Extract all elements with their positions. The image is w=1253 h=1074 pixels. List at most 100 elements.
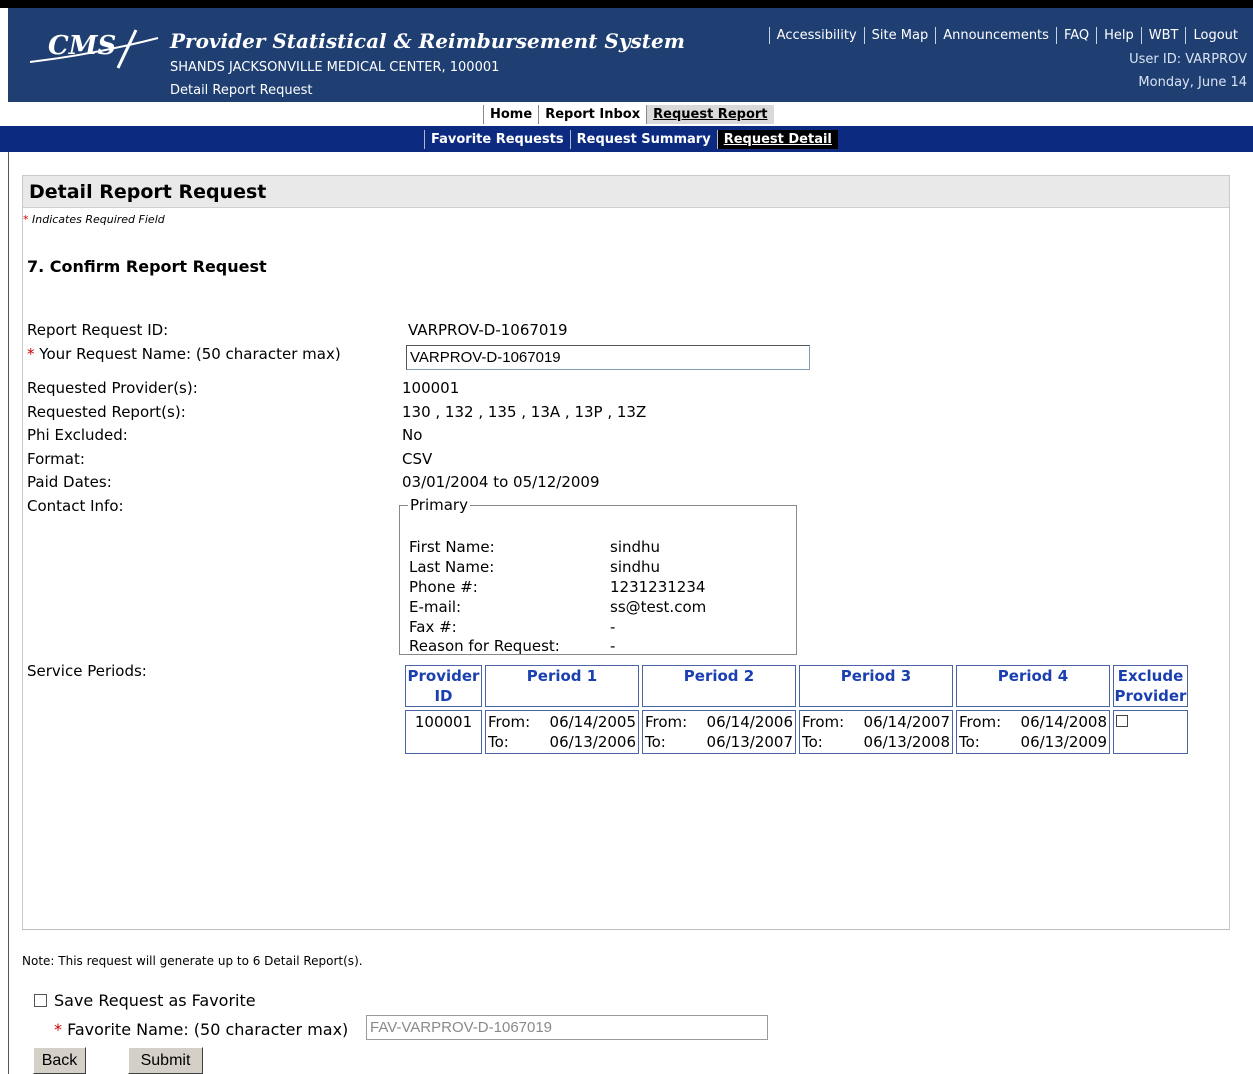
to-date: 06/13/2006 xyxy=(549,733,636,751)
detail-report-panel: Detail Report Request * Indicates Requir… xyxy=(22,175,1230,930)
to-date: 06/13/2008 xyxy=(863,733,950,751)
request-id-label: Report Request ID: xyxy=(27,321,169,339)
link-site-map[interactable]: Site Map xyxy=(863,27,936,44)
facility-name: SHANDS JACKSONVILLE MEDICAL CENTER, 1000… xyxy=(170,60,500,75)
table-row: 100001 From: 06/14/2005 To: 06/13/2006 Fro… xyxy=(405,710,1188,754)
col-provider-id: Provider ID xyxy=(405,665,482,707)
from-label: From: xyxy=(645,713,688,731)
period-1-cell: From: 06/14/2005 To: 06/13/2006 xyxy=(485,710,639,754)
col-period-1: Period 1 xyxy=(485,665,639,707)
first-name-value: sindhu xyxy=(610,538,661,556)
top-links: Accessibility Site Map Announcements FAQ… xyxy=(768,27,1245,44)
current-date: Monday, June 14 xyxy=(1138,75,1247,90)
from-label: From: xyxy=(959,713,1002,731)
col-period-2: Period 2 xyxy=(642,665,796,707)
to-label: To: xyxy=(645,733,666,751)
to-label: To: xyxy=(802,733,823,751)
favorite-name-label-text: Favorite Name: (50 character max) xyxy=(67,1020,349,1039)
link-accessibility[interactable]: Accessibility xyxy=(768,27,864,44)
panel-header: Detail Report Request xyxy=(23,176,1229,208)
phi-label: Phi Excluded: xyxy=(27,426,128,444)
required-note: * Indicates Required Field xyxy=(23,213,165,226)
reports-value: 130 , 132 , 135 , 13A , 13P , 13Z xyxy=(402,403,647,421)
from-date: 06/14/2007 xyxy=(863,713,950,731)
exclude-provider-cell xyxy=(1113,710,1188,754)
last-name-value: sindhu xyxy=(610,558,661,576)
providers-value: 100001 xyxy=(402,379,460,397)
left-border xyxy=(8,152,9,1074)
from-date: 06/14/2005 xyxy=(549,713,636,731)
from-date: 06/14/2006 xyxy=(706,713,793,731)
page-title: Detail Report Request xyxy=(29,181,267,203)
svg-text:CMS: CMS xyxy=(48,31,116,61)
top-border xyxy=(0,0,1253,8)
link-help[interactable]: Help xyxy=(1096,27,1141,44)
app-title: Provider Statistical & Reimbursement Sys… xyxy=(170,29,685,53)
fax-label: Fax #: xyxy=(409,618,457,636)
page-subtitle: Detail Report Request xyxy=(170,83,313,98)
secondary-nav: Favorite Requests Request Summary Reques… xyxy=(0,126,1253,152)
save-favorite-row: Save Request as Favorite xyxy=(34,991,256,1010)
tab-request-report[interactable]: Request Report xyxy=(646,105,774,124)
request-name-label-text: Your Request Name: (50 character max) xyxy=(39,345,341,363)
period-2-cell: From: 06/14/2006 To: 06/13/2007 xyxy=(642,710,796,754)
paid-dates-value: 03/01/2004 to 05/12/2009 xyxy=(402,473,600,491)
contact-label: Contact Info: xyxy=(27,497,124,515)
format-label: Format: xyxy=(27,450,85,468)
favorite-name-input[interactable] xyxy=(366,1015,768,1040)
from-date: 06/14/2008 xyxy=(1020,713,1107,731)
link-faq[interactable]: FAQ xyxy=(1055,27,1096,44)
email-label: E-mail: xyxy=(409,598,462,616)
contact-fieldset: Primary First Name: sindhu Last Name: si… xyxy=(399,496,797,655)
generation-note: Note: This request will generate up to 6… xyxy=(22,954,363,968)
tab-request-detail[interactable]: Request Detail xyxy=(716,130,838,149)
col-exclude-provider: Exclude Provider xyxy=(1113,665,1188,707)
period-3-cell: From: 06/14/2007 To: 06/13/2008 xyxy=(799,710,953,754)
reports-label: Requested Report(s): xyxy=(27,403,186,421)
save-favorite-checkbox[interactable] xyxy=(34,994,47,1007)
reason-value: - xyxy=(610,637,616,655)
tab-favorite-requests[interactable]: Favorite Requests xyxy=(424,130,570,149)
exclude-provider-checkbox[interactable] xyxy=(1116,715,1128,727)
fax-value: - xyxy=(610,618,616,636)
paid-dates-label: Paid Dates: xyxy=(27,473,112,491)
phone-label: Phone #: xyxy=(409,578,478,596)
user-id: User ID: VARPROV xyxy=(1129,52,1247,67)
to-date: 06/13/2009 xyxy=(1020,733,1107,751)
service-periods-label: Service Periods: xyxy=(27,662,147,680)
phone-value: 1231231234 xyxy=(610,578,706,596)
to-date: 06/13/2007 xyxy=(706,733,793,751)
col-period-3: Period 3 xyxy=(799,665,953,707)
required-star: * xyxy=(23,213,29,226)
to-label: To: xyxy=(959,733,980,751)
step-title: 7. Confirm Report Request xyxy=(27,257,267,276)
contact-legend: Primary xyxy=(408,496,470,514)
request-id-value: VARPROV-D-1067019 xyxy=(408,321,568,339)
submit-button[interactable]: Submit xyxy=(128,1047,203,1074)
link-announcements[interactable]: Announcements xyxy=(935,27,1056,44)
link-logout[interactable]: Logout xyxy=(1185,27,1245,44)
back-button[interactable]: Back xyxy=(33,1047,86,1074)
link-wbt[interactable]: WBT xyxy=(1140,27,1186,44)
format-value: CSV xyxy=(402,450,433,468)
from-label: From: xyxy=(488,713,531,731)
service-periods-table: Provider ID Period 1 Period 2 Period 3 P… xyxy=(402,662,1191,757)
provider-id-cell: 100001 xyxy=(405,710,482,754)
required-star: * xyxy=(54,1020,62,1039)
period-4-cell: From: 06/14/2008 To: 06/13/2009 xyxy=(956,710,1110,754)
providers-label: Requested Provider(s): xyxy=(27,379,198,397)
first-name-label: First Name: xyxy=(409,538,495,556)
request-name-input[interactable] xyxy=(406,345,810,370)
tab-request-summary[interactable]: Request Summary xyxy=(569,130,717,149)
request-name-label: * Your Request Name: (50 character max) xyxy=(27,345,341,363)
col-period-4: Period 4 xyxy=(956,665,1110,707)
phi-value: No xyxy=(402,426,423,444)
cms-logo: CMS xyxy=(26,24,166,74)
tab-home[interactable]: Home xyxy=(483,105,538,124)
email-value: ss@test.com xyxy=(610,598,707,616)
tab-report-inbox[interactable]: Report Inbox xyxy=(538,105,646,124)
from-label: From: xyxy=(802,713,845,731)
save-favorite-label: Save Request as Favorite xyxy=(54,991,256,1010)
to-label: To: xyxy=(488,733,509,751)
favorite-name-label: * Favorite Name: (50 character max) xyxy=(54,1020,348,1039)
